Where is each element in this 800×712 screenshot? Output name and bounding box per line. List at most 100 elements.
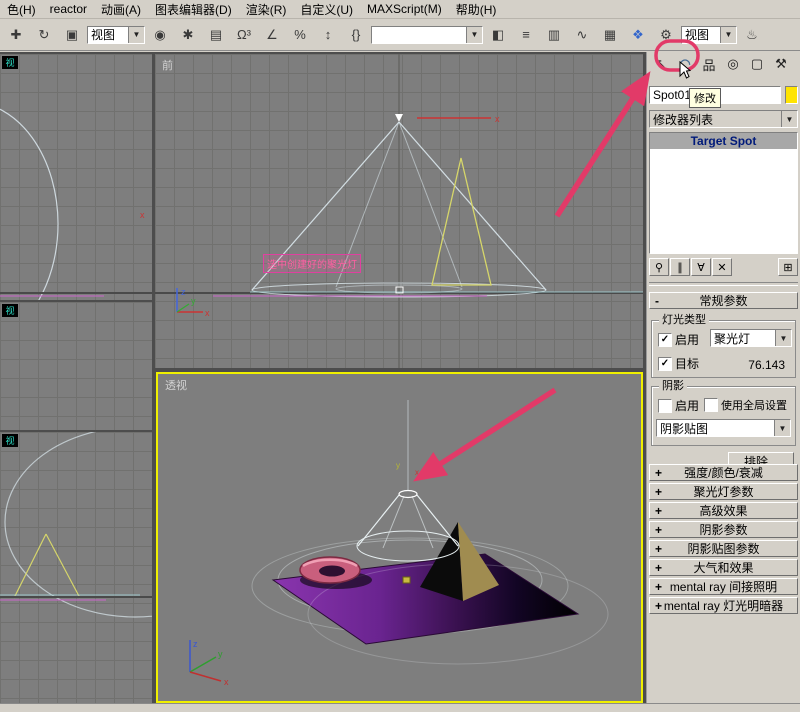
check-icon: ✓	[660, 334, 670, 345]
viewport-mini-label: 视	[2, 56, 18, 69]
rollout-title: 常规参数	[699, 294, 748, 308]
rollout-mentalray-indirect[interactable]: + mental ray 间接照明	[649, 578, 798, 595]
mirror-icon[interactable]: ◧	[485, 21, 511, 48]
modifier-list-dropdown[interactable]: 修改器列表 ▼	[649, 110, 798, 128]
menu-item-animation[interactable]: 动画(A)	[94, 0, 148, 19]
rollout-shadow-map-parameters[interactable]: + 阴影贴图参数	[649, 540, 798, 557]
modify-tooltip: 修改	[689, 88, 721, 108]
select-and-move-icon[interactable]: ✚	[3, 21, 29, 48]
shadow-enable-row: 启用	[658, 397, 699, 414]
target-row: ✓ 目标	[658, 355, 699, 372]
render-setup-icon[interactable]: ⚙	[653, 21, 679, 48]
shadow-type-dropdown[interactable]: 阴影贴图 ▼	[656, 419, 791, 437]
utilities-tab[interactable]: ⚒	[769, 54, 793, 74]
angle-snap-icon[interactable]: ∠	[259, 21, 285, 48]
modifier-stack[interactable]: Target Spot	[649, 132, 798, 254]
rollout-shadow-parameters[interactable]: + 阴影参数	[649, 521, 798, 538]
target-checkbox[interactable]: ✓	[658, 356, 672, 371]
menu-item-reactor[interactable]: reactor	[43, 1, 94, 17]
menu-item-graph-editors[interactable]: 图表编辑器(D)	[148, 0, 239, 19]
curve-editor-icon[interactable]: ∿	[569, 21, 595, 48]
expand-icon: +	[655, 579, 663, 594]
shadow-enable-checkbox[interactable]	[658, 398, 672, 413]
expand-icon: +	[655, 560, 663, 575]
use-global-settings-checkbox[interactable]	[704, 398, 718, 412]
pin-stack-icon[interactable]: ⚲	[649, 258, 669, 276]
chevron-down-icon[interactable]: ▼	[774, 420, 790, 436]
select-and-rotate-icon[interactable]: ↻	[31, 21, 57, 48]
create-icon: ↖	[655, 56, 667, 71]
target-label: 目标	[675, 357, 700, 371]
svg-text:y: y	[218, 649, 223, 659]
use-center-icon[interactable]: ◉	[147, 21, 173, 48]
snap-toggle-icon[interactable]: Ω³	[231, 21, 257, 48]
display-icon: ▢	[750, 56, 764, 71]
named-selection-dropdown[interactable]: ▼	[371, 25, 483, 44]
menu-item-rendering[interactable]: 渲染(R)	[239, 0, 294, 19]
show-end-result-icon[interactable]: ∥	[670, 258, 690, 276]
display-tab[interactable]: ▢	[745, 54, 769, 74]
left-viewport-strip-top[interactable]: 视 x	[0, 54, 152, 300]
rollout-title: mental ray 灯光明暗器	[663, 599, 784, 613]
use-global-settings-label: 使用全局设置	[721, 400, 787, 412]
percent-snap-icon[interactable]: %	[287, 21, 313, 48]
rollout-advanced-effects[interactable]: + 高级效果	[649, 502, 798, 519]
schematic-view-icon[interactable]: ▦	[597, 21, 623, 48]
remove-modifier-icon[interactable]: ✕	[712, 258, 732, 276]
menu-item-customize[interactable]: 自定义(U)	[293, 0, 360, 19]
shadow-enable-label: 启用	[675, 399, 700, 413]
chevron-down-icon[interactable]: ▼	[720, 26, 736, 43]
stack-item-target-spot[interactable]: Target Spot	[650, 133, 797, 149]
modifier-list-label: 修改器列表	[653, 112, 714, 127]
rollout-spotlight-parameters[interactable]: + 聚光灯参数	[649, 483, 798, 500]
enable-light-checkbox[interactable]: ✓	[658, 332, 672, 347]
left-strip-top-graphics: x	[0, 108, 152, 300]
rollout-mentalray-light-shader[interactable]: + mental ray 灯光明暗器	[649, 597, 798, 614]
rollout-atmospheres-effects[interactable]: + 大气和效果	[649, 559, 798, 576]
hierarchy-tab[interactable]: 品	[697, 54, 721, 74]
expand-icon: +	[655, 503, 663, 518]
reference-coordinate-dropdown[interactable]: 视图 ▼	[87, 25, 145, 44]
modify-tab[interactable]: ◠	[673, 54, 697, 74]
rollout-title: mental ray 间接照明	[669, 580, 778, 594]
perspective-viewport[interactable]: 透视 x y z y x	[156, 372, 643, 703]
menu-item-help[interactable]: 帮助(H)	[449, 0, 504, 19]
select-and-manipulate-icon[interactable]: ✱	[175, 21, 201, 48]
chevron-down-icon[interactable]: ▼	[781, 111, 797, 127]
svg-text:z: z	[181, 287, 186, 297]
menu-bar: 色(H) reactor 动画(A) 图表编辑器(D) 渲染(R) 自定义(U)…	[0, 0, 800, 19]
quick-render-teapot-icon[interactable]: ♨	[739, 21, 765, 48]
front-viewport[interactable]: 前 选中创建好的聚光灯 x z x y	[155, 54, 643, 368]
expand-icon: +	[655, 484, 663, 499]
svg-text:z: z	[193, 639, 198, 649]
rollout-general-parameters[interactable]: - 常规参数	[649, 292, 798, 309]
svg-text:x: x	[495, 114, 500, 124]
light-type-dropdown[interactable]: 聚光灯 ▼	[710, 329, 792, 347]
chevron-down-icon[interactable]: ▼	[466, 26, 482, 43]
menu-item-color[interactable]: 色(H)	[0, 0, 43, 19]
rollout-title: 阴影参数	[699, 523, 748, 537]
create-tab[interactable]: ↖	[649, 54, 673, 74]
select-and-scale-icon[interactable]: ▣	[59, 21, 85, 48]
front-viewport-graphics: x z x y	[155, 54, 643, 368]
motion-tab[interactable]: ◎	[721, 54, 745, 74]
keyboard-override-icon[interactable]: ▤	[203, 21, 229, 48]
left-viewport-strip-bottom[interactable]: 视	[0, 432, 152, 703]
material-editor-icon[interactable]: ❖	[625, 21, 651, 48]
menu-item-maxscript[interactable]: MAXScript(M)	[360, 1, 449, 17]
named-selection-sets-icon[interactable]: {}	[343, 21, 369, 48]
rollout-title: 高级效果	[699, 504, 748, 518]
make-unique-icon[interactable]: ∀	[691, 258, 711, 276]
render-view-dropdown[interactable]: 视图 ▼	[681, 25, 737, 44]
chevron-down-icon[interactable]: ▼	[128, 26, 144, 43]
spinner-snap-icon[interactable]: ↕	[315, 21, 341, 48]
configure-modifier-sets-icon[interactable]: ⊞	[778, 258, 798, 276]
3dsmax-window: 色(H) reactor 动画(A) 图表编辑器(D) 渲染(R) 自定义(U)…	[0, 0, 800, 712]
chevron-down-icon[interactable]: ▼	[775, 330, 791, 346]
rollout-intensity-color-attenuation[interactable]: + 强度/颜色/衰减	[649, 464, 798, 481]
left-strip-bottom-graphics	[0, 432, 152, 618]
layer-manager-icon[interactable]: ▥	[541, 21, 567, 48]
left-viewport-strip-middle[interactable]: 视	[0, 302, 152, 430]
align-icon[interactable]: ≡	[513, 21, 539, 48]
light-color-swatch[interactable]	[785, 86, 798, 104]
